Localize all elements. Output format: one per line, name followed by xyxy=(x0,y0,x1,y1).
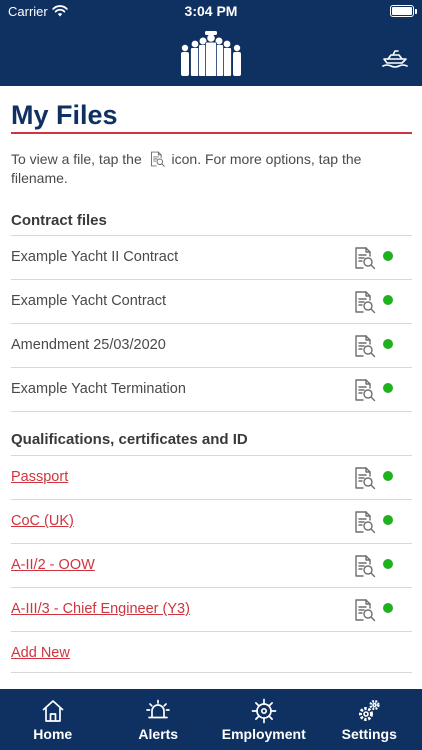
gear-icon xyxy=(359,699,380,721)
file-row[interactable]: CoC (UK) xyxy=(11,500,412,544)
tab-label: Settings xyxy=(341,726,397,742)
view-file-icon[interactable] xyxy=(351,289,377,315)
file-row[interactable]: Amendment 25/03/2020 xyxy=(11,324,412,368)
header-bar xyxy=(0,24,422,86)
file-row[interactable]: Passport xyxy=(11,456,412,500)
status-dot xyxy=(383,559,393,569)
battery-icon xyxy=(390,5,417,17)
contract-files-heading: Contract files xyxy=(11,212,107,229)
tab-home[interactable]: Home xyxy=(0,689,106,750)
file-row[interactable]: A-II/2 - OOW xyxy=(11,544,412,588)
file-row[interactable]: Example Yacht Termination xyxy=(11,368,412,412)
status-dot xyxy=(383,383,393,393)
status-dot xyxy=(383,251,393,261)
file-row[interactable]: A-III/3 - Chief Engineer (Y3) xyxy=(11,588,412,632)
file-name[interactable]: A-III/3 - Chief Engineer (Y3) xyxy=(11,601,190,617)
file-name[interactable]: CoC (UK) xyxy=(11,513,74,529)
tab-settings[interactable]: Settings xyxy=(317,689,422,750)
tab-bar: Home Alerts Employment Settings xyxy=(0,689,422,750)
view-file-icon[interactable] xyxy=(351,597,377,623)
tab-label: Employment xyxy=(221,726,306,742)
file-name[interactable]: Example Yacht Contract xyxy=(11,293,166,309)
status-dot xyxy=(383,295,393,305)
file-name[interactable]: Example Yacht Termination xyxy=(11,381,186,397)
helm-icon xyxy=(251,698,277,724)
title-divider xyxy=(11,132,412,134)
tab-employment[interactable]: Employment xyxy=(211,689,317,750)
view-file-icon[interactable] xyxy=(351,509,377,535)
page-title: My Files xyxy=(11,100,118,130)
view-file-icon[interactable] xyxy=(351,333,377,359)
view-file-icon[interactable] xyxy=(351,553,377,579)
crew-logo-icon xyxy=(181,31,241,76)
tab-alerts[interactable]: Alerts xyxy=(106,689,212,750)
file-name[interactable]: Amendment 25/03/2020 xyxy=(11,337,166,353)
tab-label: Alerts xyxy=(138,726,179,742)
bell-icon xyxy=(146,699,171,719)
status-bar: Carrier 3:04 PM xyxy=(0,0,422,24)
status-dot xyxy=(383,515,393,525)
yacht-icon[interactable] xyxy=(382,46,408,68)
add-new-link[interactable]: Add New xyxy=(11,645,70,661)
home-icon xyxy=(42,700,64,722)
tab-label: Home xyxy=(33,726,73,742)
qualifications-heading: Qualifications, certificates and ID xyxy=(11,431,248,448)
clock: 3:04 PM xyxy=(184,3,238,19)
divider xyxy=(11,672,412,673)
view-file-icon xyxy=(150,151,165,167)
file-row[interactable]: Example Yacht Contract xyxy=(11,280,412,324)
status-dot xyxy=(383,339,393,349)
view-file-icon[interactable] xyxy=(351,377,377,403)
file-name[interactable]: A-II/2 - OOW xyxy=(11,557,95,573)
instructions-lead: To view a file, tap the xyxy=(11,151,142,167)
status-dot xyxy=(383,603,393,613)
view-file-icon[interactable] xyxy=(351,245,377,271)
instructions-text: To view a file, tap the icon. For more o… xyxy=(11,150,391,188)
file-name[interactable]: Passport xyxy=(11,469,68,485)
view-file-icon[interactable] xyxy=(351,465,377,491)
status-dot xyxy=(383,471,393,481)
file-name[interactable]: Example Yacht II Contract xyxy=(11,249,178,265)
file-row[interactable]: Example Yacht II Contract xyxy=(11,236,412,280)
